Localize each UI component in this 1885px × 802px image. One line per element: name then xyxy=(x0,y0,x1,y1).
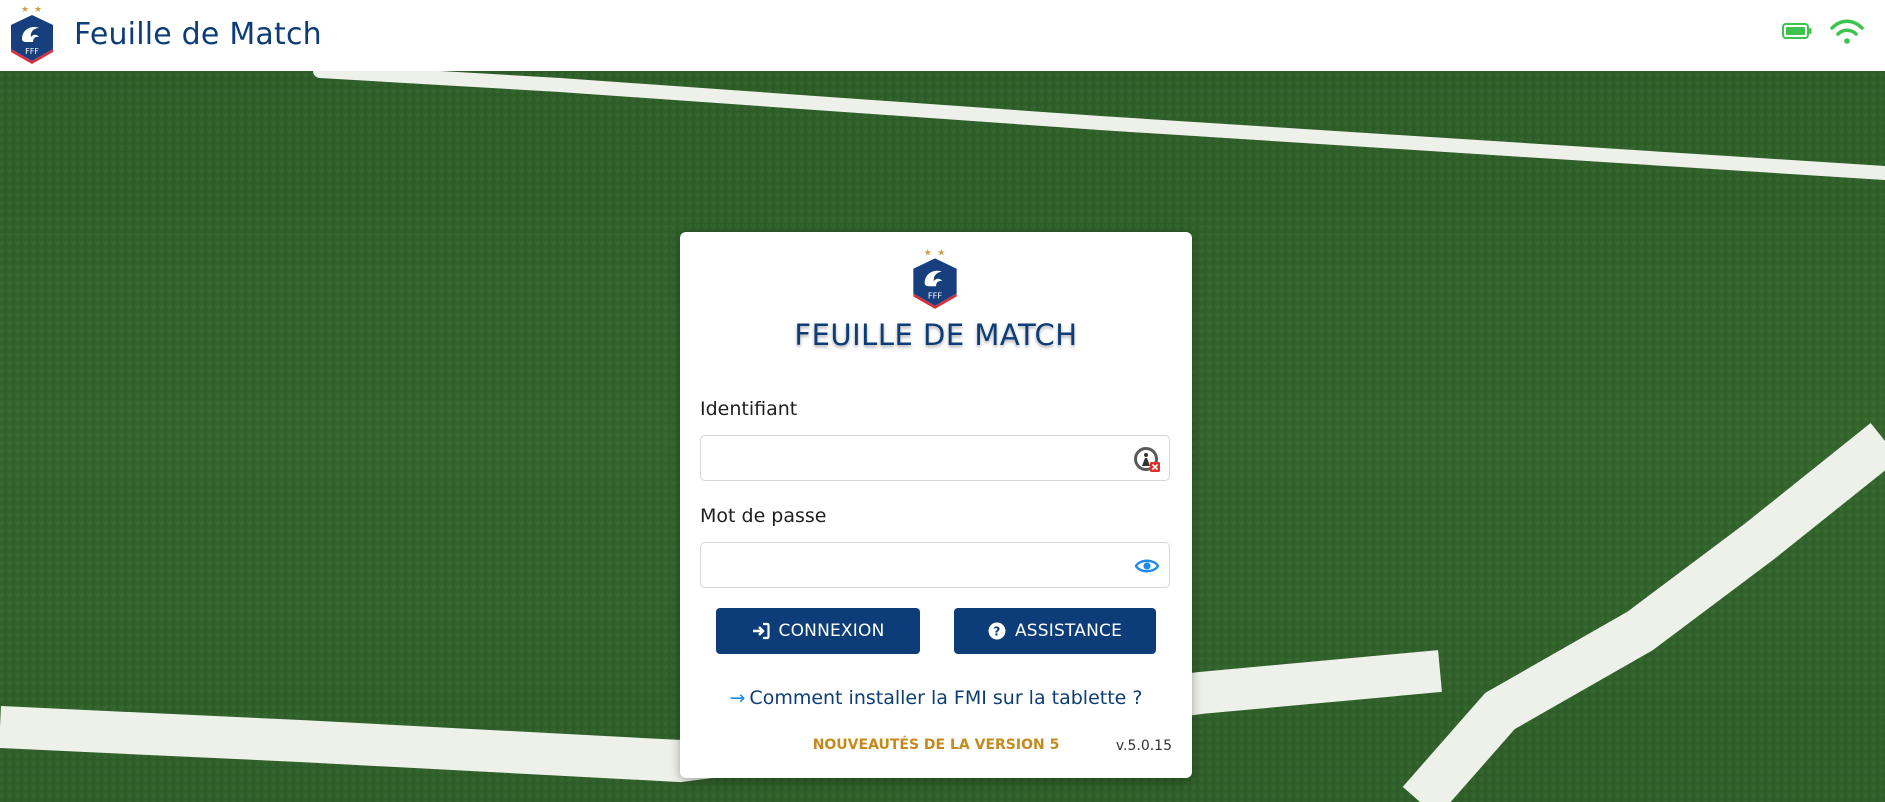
version-number: v.5.0.15 xyxy=(1115,738,1172,754)
fff-logo-text: FFF xyxy=(25,47,39,56)
username-field[interactable] xyxy=(700,435,1170,482)
svg-text:?: ? xyxy=(993,625,1000,639)
sign-in-icon xyxy=(752,622,770,640)
eye-icon[interactable] xyxy=(1133,553,1161,579)
assistance-button-label: ASSISTANCE xyxy=(1014,621,1123,641)
connect-button-label: CONNEXION xyxy=(778,621,885,641)
arrow-right-icon: → xyxy=(729,687,746,709)
login-title: FEUILLE DE MATCH xyxy=(794,318,1078,352)
fff-logo: ★ ★ FFF xyxy=(11,5,53,64)
password-label: Mot de passe xyxy=(700,505,827,527)
username-label: Identifiant xyxy=(700,398,798,420)
app-title: Feuille de Match xyxy=(74,17,322,52)
username-input[interactable] xyxy=(711,436,1125,482)
fff-logo: ★ ★ FFF xyxy=(913,247,957,309)
install-help-link[interactable]: → Comment installer la FMI sur la tablett… xyxy=(680,687,1192,709)
password-input[interactable] xyxy=(711,543,1125,589)
svg-text:★: ★ xyxy=(21,5,29,15)
wifi-icon xyxy=(1830,19,1864,44)
keychain-autofill-icon[interactable] xyxy=(1133,446,1161,472)
connect-button[interactable]: CONNEXION xyxy=(716,608,920,654)
svg-text:★: ★ xyxy=(937,247,945,258)
battery-full-icon xyxy=(1782,23,1812,39)
top-bar: ★ ★ FFF Feuille de Match xyxy=(0,0,1885,71)
question-circle-icon: ? xyxy=(988,622,1006,640)
svg-text:★: ★ xyxy=(924,247,932,258)
install-help-link-text: Comment installer la FMI sur la tablette… xyxy=(749,687,1143,709)
login-card: ★ ★ FFF FEUILLE DE MATCH Identifiant Mot… xyxy=(680,232,1192,778)
password-field[interactable] xyxy=(700,542,1170,589)
assistance-button[interactable]: ? ASSISTANCE xyxy=(954,608,1156,654)
svg-text:★: ★ xyxy=(34,5,42,15)
fff-logo-text: FFF xyxy=(928,291,942,301)
